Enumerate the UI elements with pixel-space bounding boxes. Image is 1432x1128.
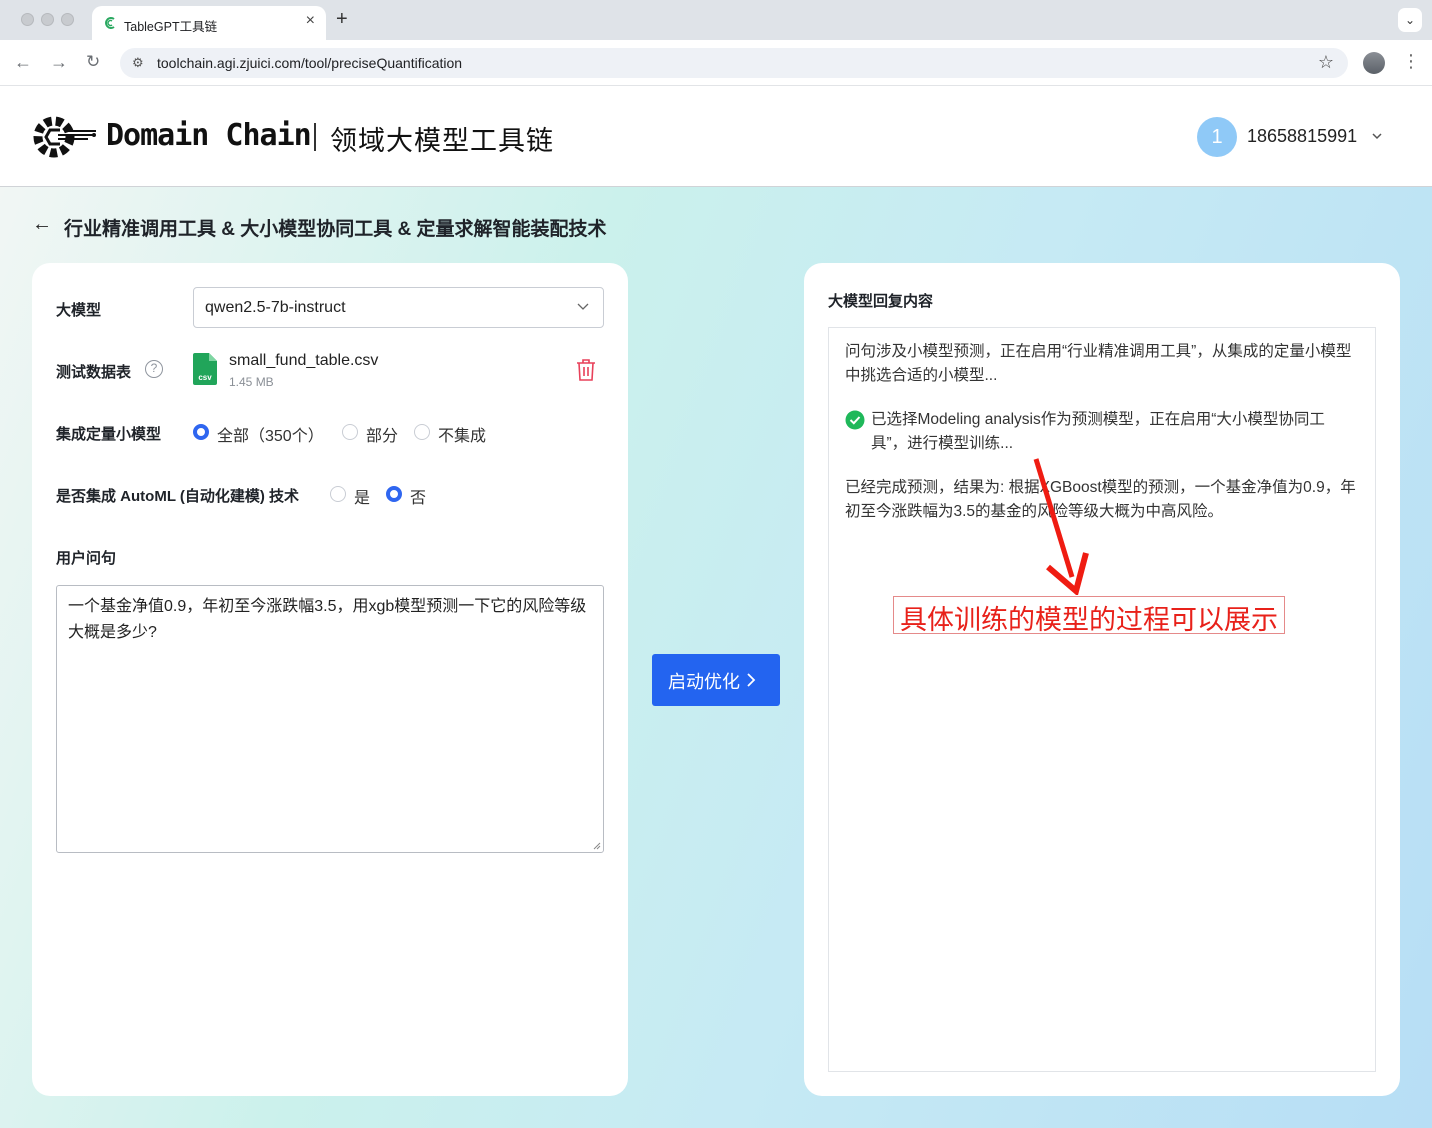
model-label: 大模型 [56,302,102,319]
file-size: 1.45 MB [229,375,274,389]
radio-partial-label[interactable]: 部分 [366,422,398,446]
browser-tabstrip: TableGPT工具链 × + ⌄ [0,0,1432,40]
response-line-2: 已选择Modeling analysis作为预测模型，正在启用“大小模型协同工具… [871,411,1325,452]
reload-icon[interactable]: ↻ [86,52,100,72]
start-optimize-button[interactable]: 启动优化 [652,654,780,706]
brand-divider [314,123,316,151]
browser-toolbar: ← → ↻ ⚙ toolchain.agi.zjuici.com/tool/pr… [0,40,1432,86]
brand-name: Domain Chain [106,118,312,153]
automl-label: 是否集成 AutoML (自动化建模) 技术 [56,488,300,505]
file-name: small_fund_table.csv [229,352,379,369]
radio-all-label[interactable]: 全部（350个） [217,422,324,446]
profile-avatar[interactable] [1363,52,1385,74]
chevron-down-icon[interactable] [1372,131,1382,141]
site-settings-icon[interactable]: ⚙ [132,55,144,71]
tablegpt-favicon-icon [105,17,115,29]
start-optimize-label: 启动优化 [668,672,740,692]
window-minimize-dot[interactable] [41,13,54,26]
small-model-label: 集成定量小模型 [56,426,162,443]
back-arrow-icon[interactable]: ← [14,52,32,73]
new-tab-icon[interactable]: + [336,8,348,31]
window-close-dot[interactable] [21,13,34,26]
domain-chain-gear-logo-icon [33,116,96,158]
check-circle-icon [845,410,865,430]
browser-menu-icon[interactable]: ⋮ [1402,51,1420,72]
page-title: 行业精准调用工具 & 大小模型协同工具 & 定量求解智能装配技术 [64,219,607,240]
radio-automl-yes-label[interactable]: 是 [354,484,370,508]
query-label: 用户问句 [56,550,117,567]
response-line-1: 问句涉及小模型预测，正在启用“行业精准调用工具”，从集成的定量小模型中挑选合适的… [845,343,1352,384]
response-line-3: 已经完成预测，结果为: 根据XGBoost模型的预测，一个基金净值为0.9，年初… [845,479,1356,520]
radio-none[interactable] [414,424,430,440]
app-header: Domain Chain 领域大模型工具链 1 18658815991 [0,86,1432,187]
radio-partial[interactable] [342,424,358,440]
help-question-icon[interactable]: ? [145,360,163,378]
tab-title: TableGPT工具链 [124,20,218,34]
forward-arrow-icon[interactable]: → [50,52,68,73]
dataset-label: 测试数据表 [56,364,132,381]
tab-close-icon[interactable]: × [306,12,315,30]
response-title: 大模型回复内容 [828,293,934,310]
query-textarea[interactable]: 一个基金净值0.9，年初至今涨跌幅3.5，用xgb模型预测一下它的风险等级大概是… [56,585,604,853]
config-panel: 大模型 qwen2.5-7b-instruct 测试数据表 ? csv smal… [32,263,628,1096]
chevron-right-icon [747,673,756,687]
csv-badge-text: csv [198,373,212,382]
radio-none-label[interactable]: 不集成 [438,422,486,446]
tab-search-chevron-icon[interactable]: ⌄ [1398,8,1422,32]
response-box: 问句涉及小模型预测，正在启用“行业精准调用工具”，从集成的定量小模型中挑选合适的… [828,327,1376,1072]
radio-all[interactable] [193,424,209,440]
browser-tab[interactable]: TableGPT工具链 × [92,6,326,40]
csv-file-icon: csv [193,353,217,385]
brand-subtitle: 领域大模型工具链 [330,126,554,156]
back-arrow-icon[interactable]: ← [32,213,52,236]
username[interactable]: 18658815991 [1247,126,1357,147]
bookmark-star-icon[interactable]: ☆ [1318,52,1334,73]
url-text[interactable]: toolchain.agi.zjuici.com/tool/preciseQua… [157,55,462,71]
address-bar[interactable]: ⚙ toolchain.agi.zjuici.com/tool/preciseQ… [120,48,1348,78]
resize-grip-icon[interactable] [593,842,601,850]
model-select[interactable]: qwen2.5-7b-instruct [193,287,604,328]
radio-automl-no-label[interactable]: 否 [410,484,426,508]
main-content: ← 行业精准调用工具 & 大小模型协同工具 & 定量求解智能装配技术 大模型 q… [0,187,1432,1128]
chevron-down-icon [577,303,589,310]
radio-automl-no[interactable] [386,486,402,502]
model-select-value: qwen2.5-7b-instruct [205,299,346,316]
window-zoom-dot[interactable] [61,13,74,26]
radio-automl-yes[interactable] [330,486,346,502]
red-annotation-arrow-icon [1033,458,1089,595]
user-avatar[interactable]: 1 [1197,117,1237,157]
query-text: 一个基金净值0.9，年初至今涨跌幅3.5，用xgb模型预测一下它的风险等级大概是… [68,598,587,641]
annotation-text: 具体训练的模型的过程可以展示 [893,596,1285,635]
response-panel: 大模型回复内容 问句涉及小模型预测，正在启用“行业精准调用工具”，从集成的定量小… [804,263,1400,1096]
delete-trash-icon[interactable] [575,358,597,382]
